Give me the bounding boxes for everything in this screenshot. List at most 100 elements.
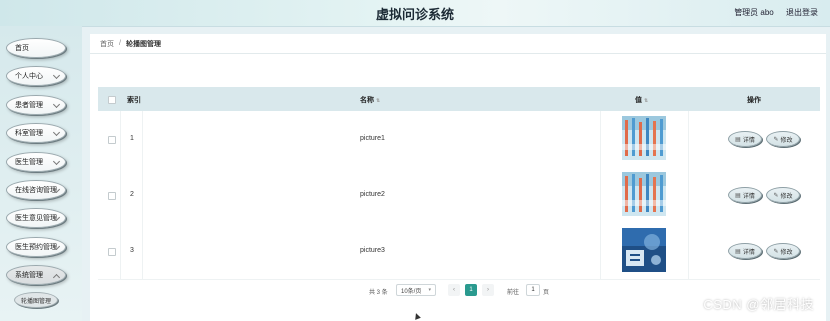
sidebar-item-label: 患者管理 [15,102,43,109]
chevron-down-icon [52,157,61,166]
edit-icon: ✎ [773,192,779,199]
app-title: 虚拟问诊系统 [375,7,454,22]
row-index: 1 [130,135,134,142]
sidebar-item-profile[interactable]: 个人中心 [6,66,66,86]
divider [600,223,601,279]
sidebar-subitem-carousel[interactable]: 轮播图管理 [14,292,58,308]
divider [142,223,143,279]
detail-button[interactable]: ▤ 详情 [728,243,762,259]
sidebar-item-home[interactable]: 首页 [6,38,66,58]
user-area: 管理员 abo 退出登录 [724,7,818,18]
sidebar-item-label: 个人中心 [15,73,43,80]
chevron-down-icon [52,128,61,137]
top-bar: 虚拟问诊系统 管理员 abo 退出登录 [0,0,830,27]
column-header-name[interactable]: 名称 ⇅ [360,95,380,105]
sidebar-item-opinions[interactable]: 医生意见管理 [6,208,66,228]
column-header-value[interactable]: 值 ⇅ [635,95,648,105]
sidebar-item-appointments[interactable]: 医生预约管理 [6,237,66,257]
chevron-down-icon [52,71,61,80]
current-user: 管理员 abo [734,8,774,17]
chevron-down-icon: ▾ [428,287,431,293]
sidebar-item-label: 首页 [15,45,29,52]
logout-link[interactable]: 退出登录 [786,8,818,17]
detail-button-label: 详情 [742,249,755,256]
column-header-value-label: 值 [635,97,642,104]
main-content: 首页 / 轮播图管理 索引 名称 ⇅ 值 ⇅ 操作 1 picture1 ▤ 详… [90,34,830,321]
detail-button-label: 详情 [742,193,755,200]
row-name: picture2 [360,191,385,198]
divider [120,223,121,279]
edit-button[interactable]: ✎ 修改 [766,187,800,203]
sidebar-item-patients[interactable]: 患者管理 [6,95,66,115]
edit-button-label: 修改 [780,249,793,256]
watermark: CSDN @邻居科技 [703,297,814,312]
detail-icon: ▤ [735,136,741,143]
row-image-thumbnail[interactable] [622,116,666,160]
sort-icon[interactable]: ⇅ [376,98,380,104]
table-row: 1 picture1 ▤ 详情 ✎ 修改 [98,111,820,168]
detail-button[interactable]: ▤ 详情 [728,131,762,147]
edit-button[interactable]: ✎ 修改 [766,131,800,147]
sidebar-item-departments[interactable]: 科室管理 [6,123,66,143]
row-image-thumbnail[interactable] [622,172,666,216]
divider [600,167,601,223]
chevron-down-icon [52,100,61,109]
goto-label: 前往 [507,290,520,296]
edit-button-label: 修改 [780,193,793,200]
pagination-total: 共 3 条 [369,290,388,296]
divider [600,111,601,167]
row-name: picture1 [360,135,385,142]
chevron-up-icon [52,273,61,282]
page-size-select[interactable]: 10条/页 ▾ [396,284,436,296]
detail-button-label: 详情 [742,137,755,144]
row-image-thumbnail[interactable] [622,228,666,272]
sidebar-item-label: 系统管理 [15,272,43,279]
column-header-name-label: 名称 [360,97,374,104]
table-row: 3 picture3 ▤ 详情 ✎ 修改 [98,223,820,280]
divider [120,167,121,223]
divider [120,111,121,167]
column-header-index: 索引 [127,97,141,104]
table-header: 索引 名称 ⇅ 值 ⇅ 操作 [98,87,820,111]
sidebar-item-system[interactable]: 系统管理 [6,265,66,285]
breadcrumb: 首页 / 轮播图管理 [90,34,826,54]
sidebar-item-label: 医生管理 [15,159,43,166]
goto-suffix: 页 [543,290,550,296]
divider [688,167,689,223]
row-index: 3 [130,247,134,254]
sidebar-item-doctors[interactable]: 医生管理 [6,152,66,172]
divider [142,167,143,223]
detail-icon: ▤ [735,192,741,199]
divider [688,111,689,167]
table-row: 2 picture2 ▤ 详情 ✎ 修改 [98,167,820,224]
breadcrumb-home[interactable]: 首页 [100,39,114,49]
page-size-value: 10条/页 [401,288,422,295]
page-number-button[interactable]: 1 [465,284,477,296]
select-all-checkbox[interactable] [108,96,116,104]
edit-button-label: 修改 [780,137,793,144]
goto-page-input[interactable]: 1 [526,284,540,296]
divider [688,223,689,279]
sort-icon[interactable]: ⇅ [644,98,648,104]
prev-page-button[interactable]: ‹ [448,284,460,296]
breadcrumb-current: 轮播图管理 [125,40,161,48]
row-checkbox[interactable] [108,136,116,144]
row-checkbox[interactable] [108,248,116,256]
row-name: picture3 [360,247,385,254]
sidebar-item-label: 在线咨询管理 [15,187,57,194]
row-index: 2 [130,191,134,198]
edit-button[interactable]: ✎ 修改 [766,243,800,259]
sidebar-item-consultation[interactable]: 在线咨询管理 [6,180,66,200]
edit-icon: ✎ [773,136,779,143]
next-page-button[interactable]: › [482,284,494,296]
edit-icon: ✎ [773,248,779,255]
breadcrumb-separator: / [119,40,121,47]
detail-button[interactable]: ▤ 详情 [728,187,762,203]
sidebar-item-label: 医生预约管理 [15,244,57,251]
column-header-actions: 操作 [747,97,761,104]
sidebar-item-label: 科室管理 [15,130,43,137]
divider [142,111,143,167]
row-checkbox[interactable] [108,192,116,200]
detail-icon: ▤ [735,248,741,255]
sidebar-item-label: 医生意见管理 [15,215,57,222]
